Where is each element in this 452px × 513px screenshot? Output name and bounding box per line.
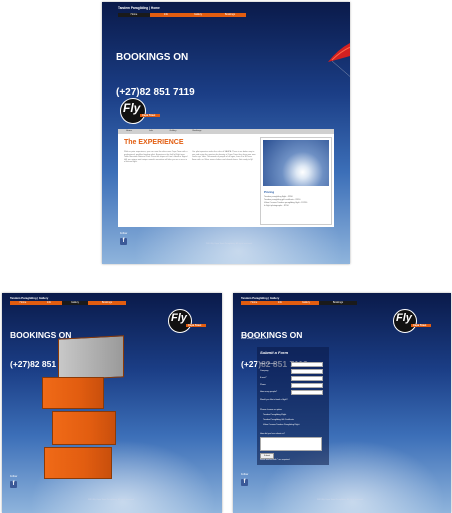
- home-page-mockup: Tandem Paragliding | Home Home Info Gall…: [102, 2, 350, 264]
- field-label: Please choose an option: [260, 409, 282, 411]
- experience-heading: The EXPERIENCE: [124, 139, 184, 146]
- tab-gallery[interactable]: Gallery: [162, 129, 184, 134]
- experience-col1: With no prior experience, you can soar t…: [124, 151, 188, 164]
- tab-home[interactable]: Home: [118, 129, 140, 134]
- tab-bookings[interactable]: Bookings: [184, 129, 210, 134]
- logo-subtitle: Cape Town: [142, 114, 156, 117]
- booking-form: Submit a Form Name & Surname * Company E…: [257, 347, 329, 465]
- footer-copyright: 2013 Fly Cape Town Paragliding. All righ…: [317, 499, 364, 501]
- logo-subtitle: Cape Town: [413, 324, 427, 327]
- people-input[interactable]: [291, 390, 323, 395]
- social-label: Follow: [120, 232, 128, 235]
- nav-bookings[interactable]: Bookings: [88, 301, 126, 305]
- contact-details: CONTACT DETAILS Email: info@flycapetown.…: [241, 335, 269, 340]
- content-panel: Home Info Gallery Bookings The EXPERIENC…: [118, 129, 334, 227]
- content-tabs: Home Info Gallery Bookings: [118, 129, 334, 134]
- nav-bookings[interactable]: Bookings: [319, 301, 357, 305]
- tab-info[interactable]: Info: [140, 129, 162, 134]
- logo-text: Fly: [396, 312, 412, 324]
- breadcrumb: Tandem Paragliding | Home: [118, 6, 160, 10]
- site-logo[interactable]: Fly Cape Town: [393, 309, 433, 333]
- bookings-line1: BOOKINGS ON: [116, 52, 189, 63]
- breadcrumb: Tandem Paragliding | Gallery: [241, 296, 280, 300]
- pricing-title: Pricing: [264, 190, 275, 194]
- field-label: Phone: [260, 384, 266, 386]
- gallery-page-mockup: Tandem Paragliding | Gallery Home Info G…: [2, 293, 222, 513]
- pricing-box: Pricing Tandem paragliding flight - R950…: [260, 137, 332, 225]
- facebook-icon[interactable]: f: [120, 238, 127, 245]
- top-nav: Home Info Gallery Bookings: [10, 301, 126, 305]
- gallery-photo-stack[interactable]: [42, 377, 104, 409]
- footer-copyright: 2013 Fly Cape Town Paragliding. All righ…: [88, 499, 135, 501]
- breadcrumb: Tandem Paragliding | Gallery: [10, 296, 49, 300]
- bookings-phone[interactable]: (+27)82 851 7119: [116, 87, 195, 99]
- top-nav: Home Info Gallery Bookings: [241, 301, 357, 305]
- site-logo[interactable]: Fly Cape Town: [120, 98, 162, 124]
- price-item: Tandem paragliding gift certificate - R9…: [264, 199, 301, 201]
- nav-gallery[interactable]: Gallery: [62, 301, 88, 305]
- form-title: Submit a Form: [260, 350, 289, 355]
- nav-bookings[interactable]: Bookings: [214, 13, 246, 17]
- logo-text: Fly: [123, 101, 141, 115]
- price-item: Tandem paragliding flight - R950: [264, 196, 293, 198]
- field-label: How many people?: [260, 391, 278, 393]
- price-item: In flight photographs - R150: [264, 205, 289, 207]
- experience-col2: Our pilot operates under the rules of SA…: [192, 151, 256, 161]
- field-label: E-mail *: [260, 377, 268, 379]
- facebook-icon[interactable]: f: [10, 481, 17, 488]
- social-label: Follow: [241, 473, 249, 476]
- nav-home[interactable]: Home: [10, 301, 36, 305]
- top-nav: Home Info Gallery Bookings: [118, 13, 246, 17]
- nav-info[interactable]: Info: [36, 301, 62, 305]
- field-label: Company: [260, 370, 269, 372]
- nav-gallery[interactable]: Gallery: [182, 13, 214, 17]
- nav-info[interactable]: Info: [267, 301, 293, 305]
- social-label: Follow: [10, 475, 18, 478]
- field-label: Name & Surname *: [260, 363, 278, 365]
- price-item: Video Camera Tandem paragliding flight -…: [264, 202, 308, 204]
- gallery-photo-stack-top[interactable]: [58, 335, 124, 381]
- email-input[interactable]: [291, 376, 323, 381]
- referral-textarea[interactable]: [260, 437, 322, 451]
- field-label: Would you like to book a flight?: [260, 399, 288, 401]
- nav-home[interactable]: Home: [241, 301, 267, 305]
- nav-info[interactable]: Info: [150, 13, 182, 17]
- logo-text: Fly: [171, 312, 187, 324]
- gallery-photo-stack[interactable]: [44, 447, 112, 479]
- site-logo[interactable]: Fly Cape Town: [168, 309, 208, 333]
- facebook-icon[interactable]: f: [241, 479, 248, 486]
- name-input[interactable]: [291, 362, 323, 367]
- footer-copyright: 2013 Fly Cape Town Paragliding. All righ…: [206, 243, 253, 245]
- logo-subtitle: Cape Town: [188, 324, 202, 327]
- option-radio[interactable]: Tandem Paragliding Flight: [263, 414, 286, 416]
- gallery-photo-stack[interactable]: [52, 411, 116, 445]
- paraglider-image: [320, 32, 350, 112]
- option-radio[interactable]: Video Camera Tandem Paragliding Flight: [263, 424, 299, 426]
- nav-gallery[interactable]: Gallery: [293, 301, 319, 305]
- required-note: Fields marked with * are required.: [260, 459, 290, 461]
- pricing-photo: [263, 140, 329, 186]
- option-radio[interactable]: Tandem Paragliding Gift Certificate: [263, 419, 294, 421]
- company-input[interactable]: [291, 369, 323, 374]
- field-label: How did you hear about us?: [260, 433, 285, 435]
- contact-page-mockup: Tandem Paragliding | Gallery Home Info G…: [233, 293, 451, 513]
- nav-home[interactable]: Home: [118, 13, 150, 17]
- phone-input[interactable]: [291, 383, 323, 388]
